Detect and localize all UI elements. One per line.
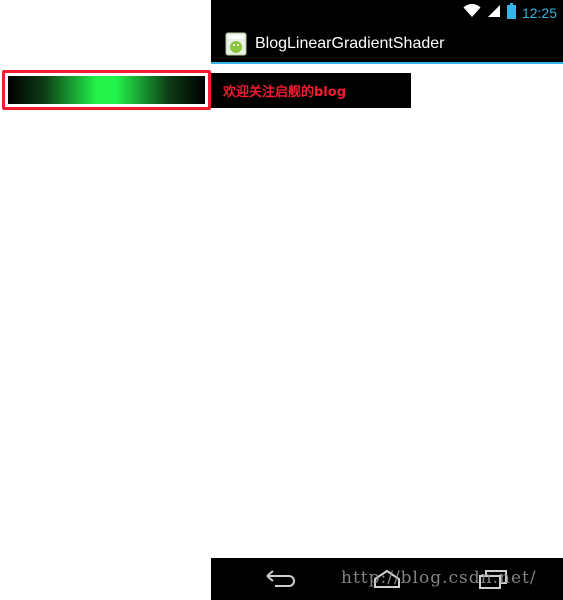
navigation-bar: http://blog.csdn.net/ xyxy=(211,558,563,600)
wifi-icon xyxy=(463,3,481,23)
phone-screen: 12:25 BlogLinearGradientShader 欢迎关注启舰的bl… xyxy=(211,0,563,600)
action-bar: BlogLinearGradientShader xyxy=(211,25,563,64)
android-app-icon[interactable] xyxy=(225,32,247,56)
signal-icon xyxy=(487,4,501,23)
app-title: BlogLinearGradientShader xyxy=(255,34,445,52)
status-clock: 12:25 xyxy=(521,5,557,21)
recent-apps-icon[interactable] xyxy=(473,567,513,591)
gradient-demo-frame xyxy=(2,70,211,110)
back-icon[interactable] xyxy=(261,567,301,591)
status-bar: 12:25 xyxy=(211,0,563,25)
battery-icon xyxy=(506,2,516,24)
linear-gradient-bar xyxy=(8,76,205,104)
home-icon[interactable] xyxy=(367,567,407,591)
welcome-text: 欢迎关注启舰的blog xyxy=(223,85,346,100)
status-icons: 12:25 xyxy=(463,2,557,24)
textview-box: 欢迎关注启舰的blog xyxy=(211,73,411,108)
screenshot: 12:25 BlogLinearGradientShader 欢迎关注启舰的bl… xyxy=(0,0,563,600)
